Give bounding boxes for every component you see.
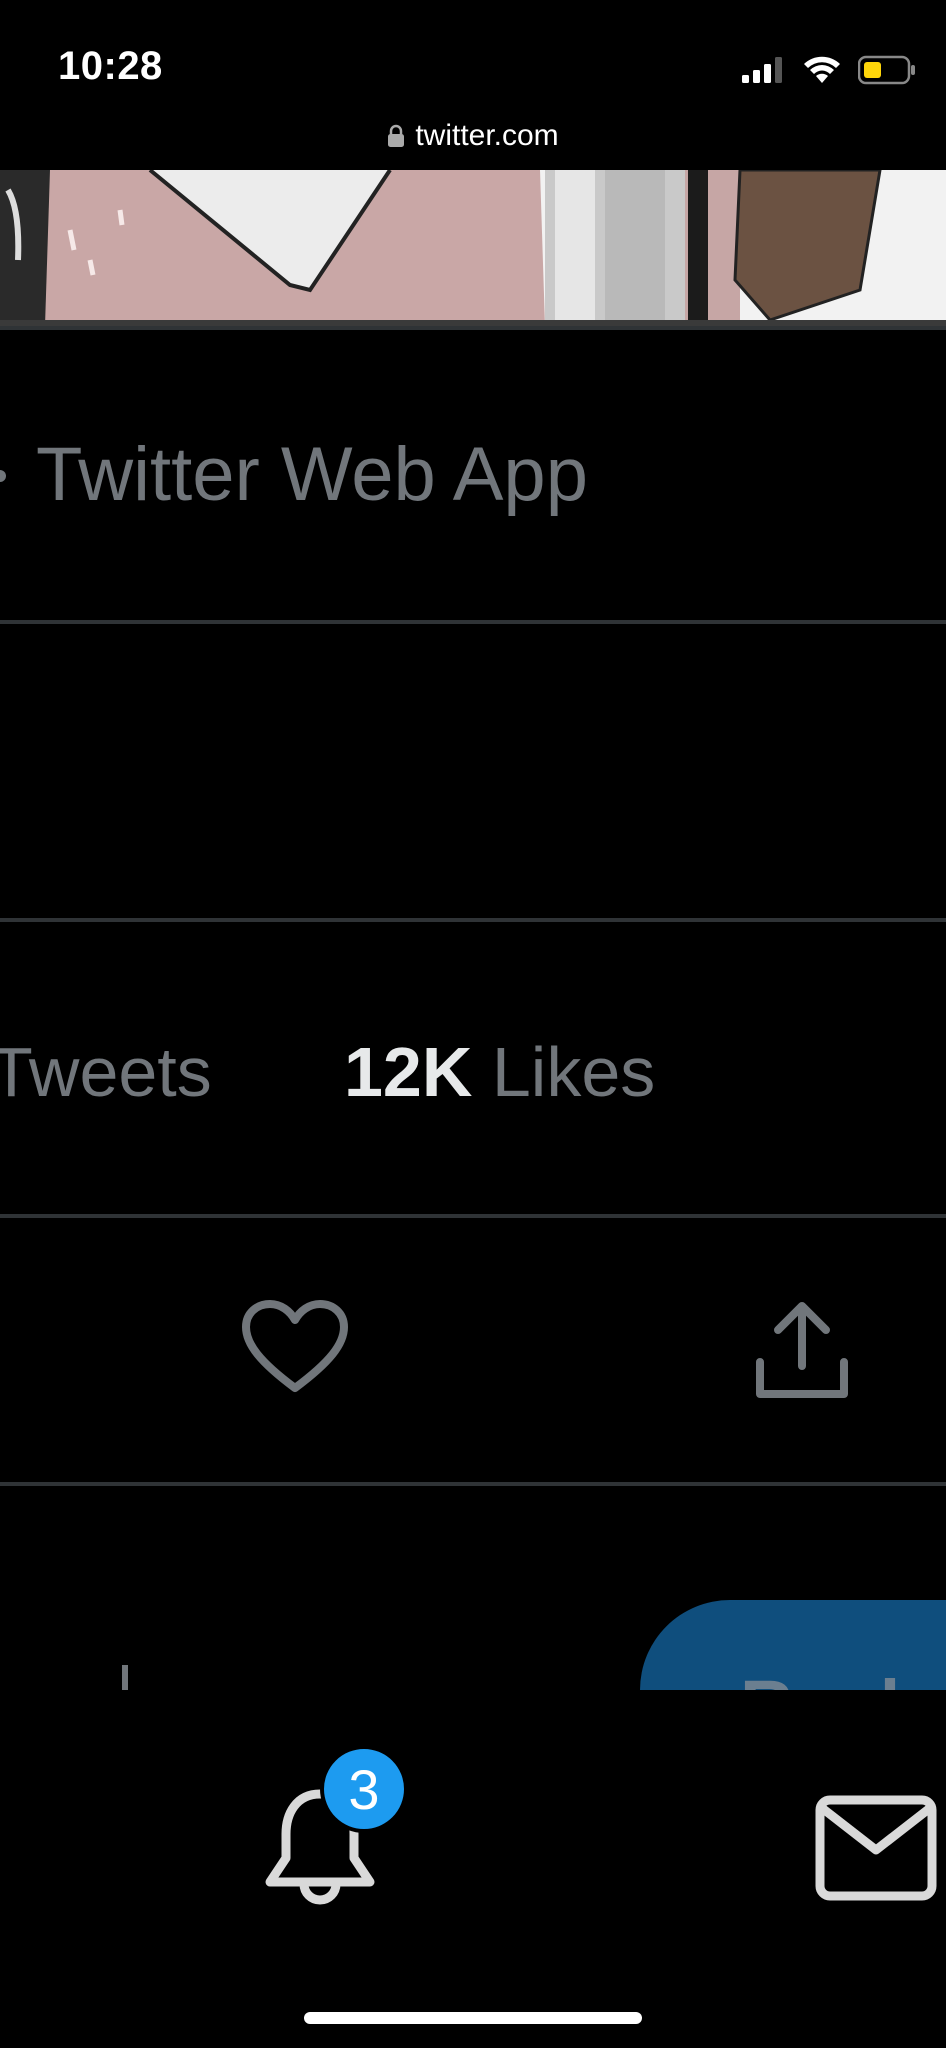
notifications-badge: 3 [320, 1745, 408, 1833]
separator-dot [0, 470, 6, 482]
tweet-stats: Tweets 12K Likes [0, 1024, 946, 1120]
quote-tweets-stat[interactable]: Tweets [0, 1024, 212, 1120]
divider [0, 1482, 946, 1486]
reply-input-caret [122, 1665, 128, 1690]
likes-count: 12K [344, 1033, 473, 1111]
tweet-source[interactable]: Twitter Web App [36, 430, 588, 520]
likes-stat[interactable]: 12K Likes [344, 1024, 655, 1120]
likes-label: Likes [491, 1033, 656, 1111]
nav-messages[interactable] [814, 1794, 938, 1902]
heart-icon [242, 1300, 348, 1392]
bottom-nav: 3 [0, 1690, 946, 2048]
lock-icon [388, 124, 405, 147]
cellular-signal-icon [742, 57, 782, 83]
tweet-image[interactable] [0, 170, 946, 326]
divider [0, 326, 946, 330]
url-text: twitter.com [415, 119, 559, 152]
status-time: 10:28 [58, 44, 163, 88]
address-bar[interactable]: twitter.com [0, 112, 946, 160]
reply-button[interactable]: Reply [640, 1600, 946, 1690]
divider [0, 620, 946, 624]
divider [0, 1214, 946, 1218]
status-bar: 10:28 [0, 0, 946, 120]
share-icon [756, 1302, 848, 1398]
screen: 10:28 twitter.com Twitter Web App Tweets… [0, 0, 946, 2048]
reply-button-label: Reply [740, 1664, 942, 1690]
share-button[interactable] [752, 1300, 852, 1404]
divider [0, 918, 946, 922]
status-icons [742, 52, 916, 88]
battery-icon [858, 55, 915, 85]
home-indicator[interactable] [304, 2012, 642, 2024]
wifi-icon [804, 56, 840, 83]
illustration [0, 170, 946, 326]
like-button[interactable] [240, 1300, 350, 1396]
reply-composer[interactable]: Reply [0, 1530, 946, 1690]
mail-icon [815, 1795, 937, 1901]
